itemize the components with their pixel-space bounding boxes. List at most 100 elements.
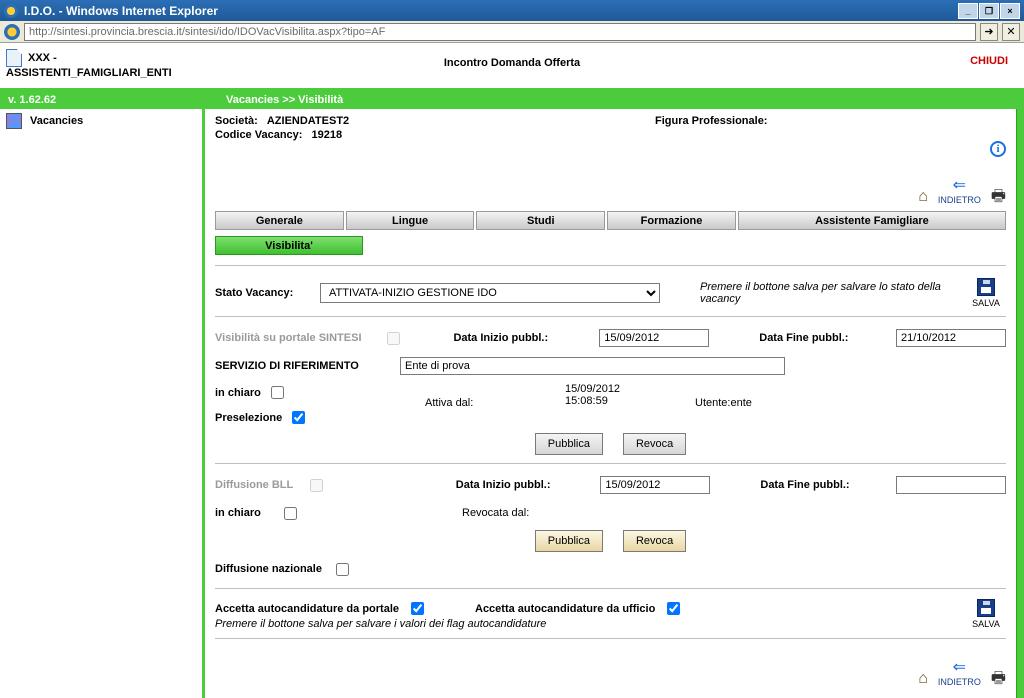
scrollbar[interactable] (1016, 109, 1024, 698)
document-icon (6, 49, 22, 67)
societa-label: Società: (215, 115, 258, 127)
in-chiaro-label-2: in chiaro (215, 507, 270, 519)
in-chiaro-revocata-row: in chiaro Revocata dal: (215, 502, 1006, 524)
utente-label: Utente: (695, 397, 730, 409)
stato-label: Stato Vacancy: (215, 287, 310, 299)
minimize-button[interactable]: _ (958, 3, 978, 19)
restore-button[interactable]: ❐ (979, 3, 999, 19)
societa-value: AZIENDATEST2 (267, 115, 349, 127)
attiva-dal-label: Attiva dal: (425, 397, 473, 409)
header-user-block: XXX - ASSISTENTI_FAMIGLIARI_ENTI (6, 49, 172, 88)
print-button-bottom[interactable]: 🖶 (991, 671, 1006, 687)
floppy-icon (977, 599, 995, 617)
in-chiaro-label-1: in chiaro (215, 387, 261, 399)
diff-naz-checkbox[interactable] (336, 563, 349, 576)
revoca-button-1[interactable]: Revoca (623, 433, 686, 455)
diffusione-nazionale-row: Diffusione nazionale (215, 558, 1006, 580)
save-flags-button[interactable]: SALVA (966, 599, 1006, 629)
printer-icon: 🖶 (991, 671, 1006, 687)
floppy-icon (977, 278, 995, 296)
print-button[interactable]: 🖶 (991, 189, 1006, 205)
revocata-dal-label: Revocata dal: (462, 507, 529, 519)
data-fine-input-1[interactable] (896, 329, 1006, 347)
breadcrumb: Vacancies >> Visibilità (220, 91, 1024, 109)
back-label: INDIETRO (938, 677, 981, 687)
servizio-row: SERVIZIO DI RIFERIMENTO (215, 355, 1006, 377)
accetta-ufficio-checkbox[interactable] (667, 602, 680, 615)
codice-value: 19218 (312, 129, 343, 141)
back-button-bottom[interactable]: ⇐ INDIETRO (938, 660, 981, 687)
codice-label: Codice Vacancy: (215, 129, 302, 141)
close-app-button[interactable]: CHIUDI (970, 49, 1014, 88)
data-inizio-label-1: Data Inizio pubbl.: (453, 332, 589, 344)
in-chiaro-checkbox-1[interactable] (271, 386, 284, 399)
attiva-time: 15:08:59 (565, 395, 685, 407)
window-title: I.D.O. - Windows Internet Explorer (24, 4, 218, 18)
accetta-portale-checkbox[interactable] (411, 602, 424, 615)
data-inizio-label-2: Data Inizio pubbl.: (456, 479, 591, 491)
tab-visibilita[interactable]: Visibilita' (215, 236, 363, 255)
accetta-portale-label: Accetta autocandidature da portale (215, 603, 399, 615)
user-role: ASSISTENTI_FAMIGLIARI_ENTI (6, 67, 172, 79)
window-controls: _ ❐ × (958, 3, 1020, 19)
autocandidature-row: Accetta autocandidature da portale Accet… (215, 599, 1006, 630)
breadcrumb-strip: v. 1.62.62 Vacancies >> Visibilità (0, 91, 1024, 109)
back-arrow-icon: ⇐ (953, 178, 966, 194)
home-button[interactable]: ⌂ (918, 189, 928, 205)
box-icon (6, 113, 22, 129)
servizio-input[interactable] (400, 357, 785, 375)
stato-vacancy-row: Stato Vacancy: ATTIVATA-INIZIO GESTIONE … (215, 278, 1006, 308)
sidebar-item-label: Vacancies (30, 115, 83, 127)
url-field[interactable]: http://sintesi.provincia.brescia.it/sint… (24, 23, 976, 41)
info-icon[interactable]: i (990, 141, 1006, 157)
bottom-icon-toolbar: ⌂ ⇐ INDIETRO 🖶 (215, 657, 1006, 687)
home-button-bottom[interactable]: ⌂ (918, 671, 928, 687)
address-bar: http://sintesi.provincia.brescia.it/sint… (0, 21, 1024, 43)
preselezione-checkbox[interactable] (292, 411, 305, 424)
diff-naz-label: Diffusione nazionale (215, 563, 322, 575)
vis-sintesi-checkbox (387, 332, 400, 345)
diffusione-bll-row: Diffusione BLL Data Inizio pubbl.: Data … (215, 474, 1006, 496)
back-arrow-icon: ⇐ (953, 660, 966, 676)
tab-generale[interactable]: Generale (215, 211, 344, 230)
accetta-ufficio-label: Accetta autocandidature da ufficio (475, 603, 655, 615)
save-stato-button[interactable]: SALVA (966, 278, 1006, 308)
address-go-button[interactable]: ➜ (980, 23, 998, 41)
save-label: SALVA (972, 298, 1000, 308)
save-label: SALVA (972, 619, 1000, 629)
data-inizio-input-1[interactable] (599, 329, 709, 347)
stato-help: Premere il bottone salva per salvare lo … (700, 281, 956, 305)
home-icon: ⌂ (918, 671, 928, 687)
close-window-button[interactable]: × (1000, 3, 1020, 19)
utente-value: ente (730, 397, 751, 409)
ie-favicon-icon (4, 24, 20, 40)
sidebar-item-vacancies[interactable]: Vacancies (6, 113, 196, 129)
data-fine-input-2[interactable] (896, 476, 1006, 494)
chiaro-preselezione-row: in chiaro Preselezione Attiva dal: 15/09… (215, 383, 1006, 427)
printer-icon: 🖶 (991, 189, 1006, 205)
titlebar: I.D.O. - Windows Internet Explorer _ ❐ × (0, 0, 1024, 21)
revoca-button-2[interactable]: Revoca (623, 530, 686, 552)
in-chiaro-checkbox-2[interactable] (284, 507, 297, 520)
address-x-button[interactable]: ✕ (1002, 23, 1020, 41)
pubblica-revoca-row-2: Pubblica Revoca (215, 530, 1006, 552)
attiva-date: 15/09/2012 (565, 383, 685, 395)
back-button[interactable]: ⇐ INDIETRO (938, 178, 981, 205)
preselezione-label: Preselezione (215, 412, 282, 424)
diff-bll-checkbox (310, 479, 323, 492)
version-label: v. 1.62.62 (0, 91, 220, 109)
flags-help: Premere il bottone salva per salvare i v… (215, 618, 956, 630)
top-icon-toolbar: ⌂ ⇐ INDIETRO 🖶 (215, 175, 1006, 205)
stato-select[interactable]: ATTIVATA-INIZIO GESTIONE IDO (320, 283, 660, 303)
data-inizio-input-2[interactable] (600, 476, 710, 494)
sidebar: Vacancies (0, 109, 205, 698)
tab-lingue[interactable]: Lingue (346, 211, 475, 230)
pubblica-button-1[interactable]: Pubblica (535, 433, 603, 455)
tab-assistente[interactable]: Assistente Famigliare (738, 211, 1006, 230)
figura-label: Figura Professionale: (655, 115, 767, 127)
tab-formazione[interactable]: Formazione (607, 211, 736, 230)
company-info: Società: AZIENDATEST2 Codice Vacancy: 19… (215, 115, 1006, 141)
pubblica-button-2[interactable]: Pubblica (535, 530, 603, 552)
tab-studi[interactable]: Studi (476, 211, 605, 230)
diff-bll-label: Diffusione BLL (215, 479, 296, 491)
